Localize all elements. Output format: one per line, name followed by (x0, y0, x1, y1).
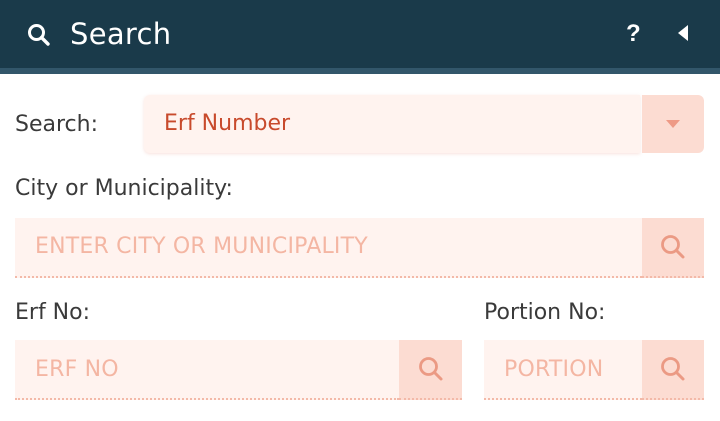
erf-input[interactable]: ERF NO (15, 340, 399, 400)
search-type-label: Search: (15, 112, 98, 137)
help-button[interactable]: ? (626, 16, 641, 52)
page-title: Search (70, 17, 172, 51)
search-icon (419, 357, 443, 381)
city-placeholder: ENTER CITY OR MUNICIPALITY (35, 234, 368, 259)
search-icon (661, 357, 685, 381)
erf-label: Erf No: (15, 300, 91, 325)
city-search-button[interactable] (642, 218, 704, 278)
search-type-dropdown-button[interactable] (642, 95, 704, 153)
search-type-select[interactable]: Erf Number (144, 95, 640, 153)
city-label: City or Municipality: (15, 176, 233, 201)
search-icon[interactable] (26, 22, 52, 48)
header-divider (0, 68, 720, 74)
city-input[interactable]: ENTER CITY OR MUNICIPALITY (15, 218, 642, 278)
app-header: Search ? (0, 0, 720, 68)
portion-placeholder: PORTION (504, 357, 604, 382)
back-arrow-icon[interactable] (676, 24, 690, 42)
portion-search-button[interactable] (642, 340, 704, 400)
search-icon (661, 235, 685, 259)
portion-input[interactable]: PORTION (484, 340, 642, 400)
chevron-down-icon (666, 120, 680, 128)
portion-label: Portion No: (484, 300, 606, 325)
search-type-value: Erf Number (164, 111, 291, 136)
erf-search-button[interactable] (399, 340, 462, 400)
erf-placeholder: ERF NO (35, 357, 119, 382)
